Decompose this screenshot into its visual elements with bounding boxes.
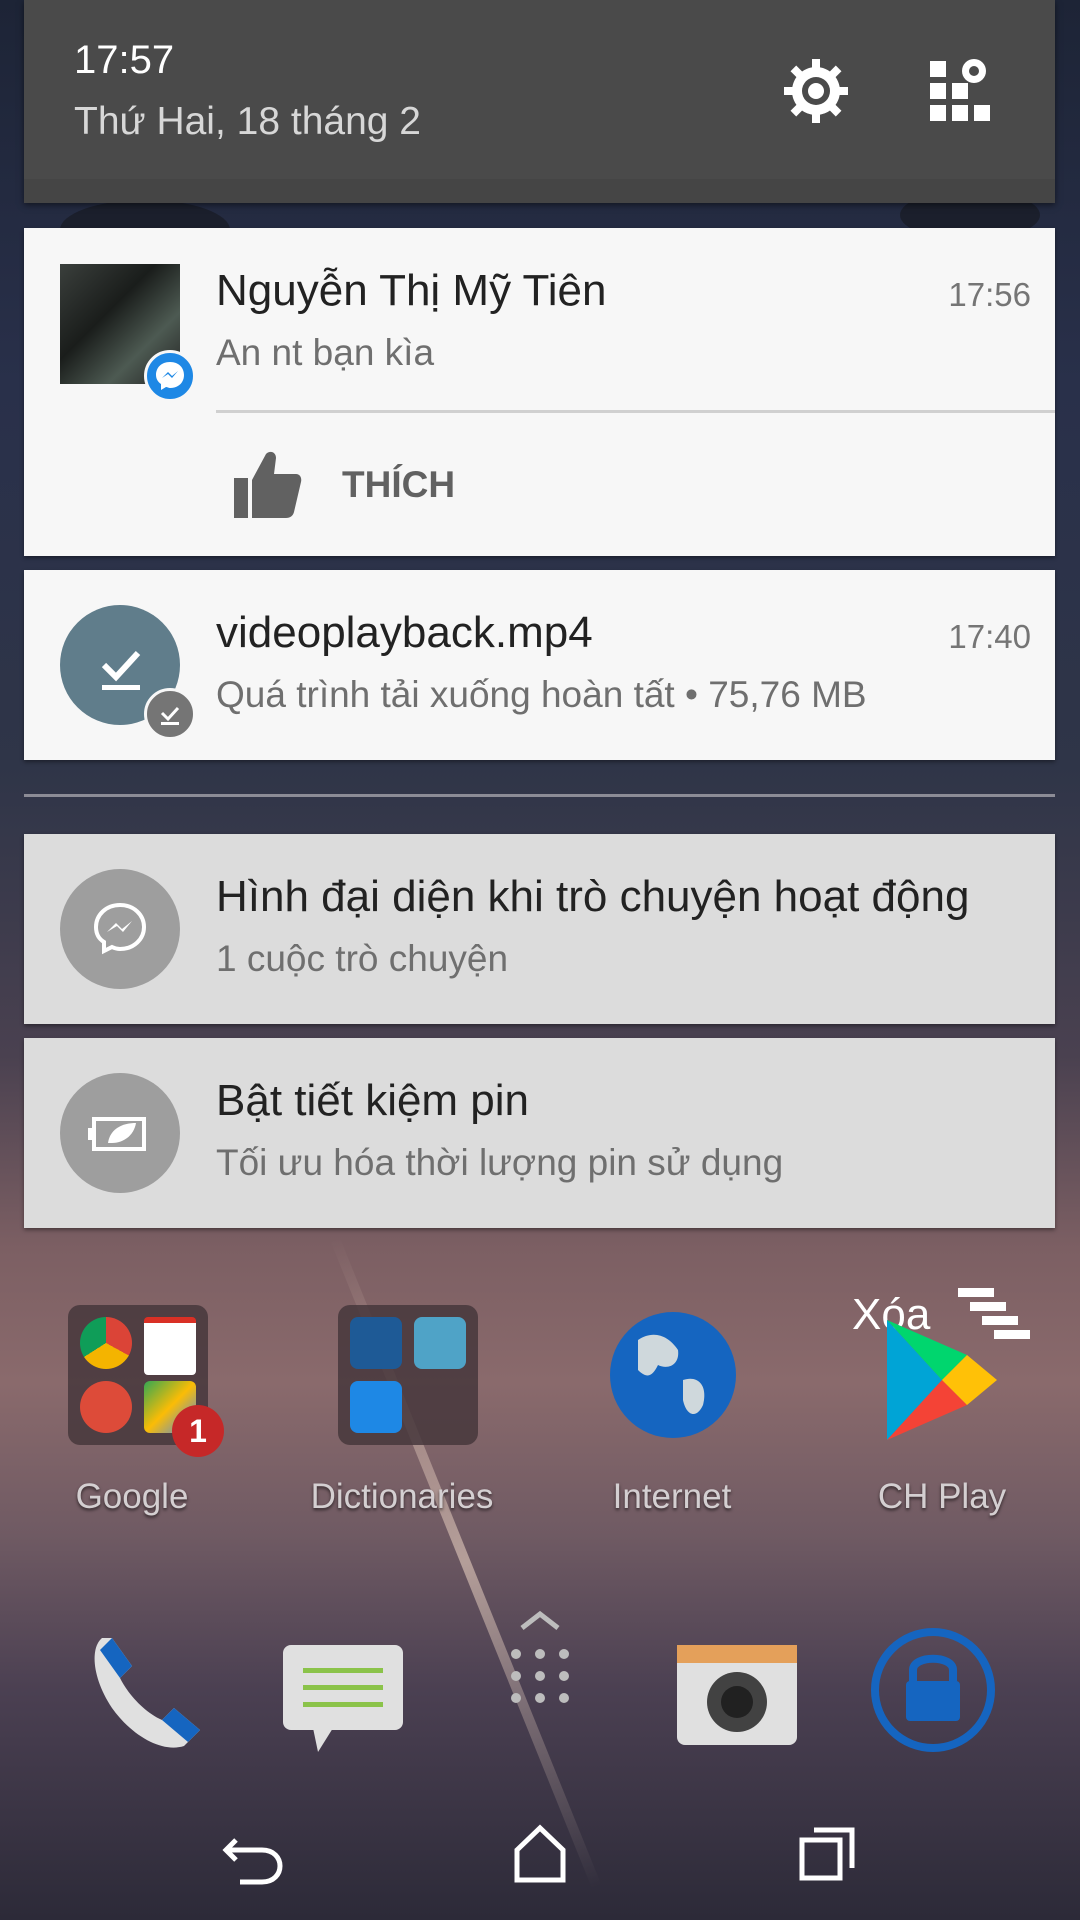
messenger-badge-icon <box>144 350 196 402</box>
app-folder-google[interactable]: 1 Google <box>32 1305 232 1525</box>
messenger-icon <box>60 869 180 989</box>
japanese-dictionary-icon <box>414 1317 466 1369</box>
home-icon[interactable] <box>505 1818 575 1888</box>
gmail-icon <box>144 1317 196 1375</box>
download-badge-icon <box>144 688 196 740</box>
battery-saver-title: Bật tiết kiệm pin <box>216 1076 530 1125</box>
app-label: Internet <box>612 1477 732 1516</box>
phone-icon[interactable] <box>82 1628 212 1758</box>
header-bottom-strip <box>24 179 1055 203</box>
globe-icon <box>610 1312 736 1438</box>
notification-chat-heads[interactable]: Hình đại diện khi trò chuyện hoạt động 1… <box>24 834 1055 1024</box>
back-icon[interactable] <box>218 1818 288 1888</box>
app-drawer-icon[interactable] <box>500 1610 580 1720</box>
notification-section-divider <box>24 794 1055 797</box>
camera-icon[interactable] <box>672 1640 802 1750</box>
app-label: Dictionaries <box>310 1477 494 1516</box>
messages-icon[interactable] <box>278 1640 408 1760</box>
quick-settings-header: 17:57 Thứ Hai, 18 tháng 2 <box>24 0 1055 203</box>
app-internet[interactable]: Internet <box>572 1305 772 1525</box>
play-store-icon <box>887 1320 997 1440</box>
download-status: Quá trình tải xuống hoàn tất • 75,76 MB <box>216 674 867 715</box>
notification-sender: Nguyễn Thị Mỹ Tiên <box>216 266 607 315</box>
tiles-edit-icon[interactable] <box>924 55 996 127</box>
like-action-button[interactable]: THÍCH <box>232 446 532 526</box>
battery-leaf-icon <box>60 1073 180 1193</box>
tflat-icon <box>350 1317 402 1369</box>
like-action-label: THÍCH <box>342 464 456 505</box>
notification-messenger[interactable]: Nguyễn Thị Mỹ Tiên 17:56 An nt bạn kìa T… <box>24 228 1055 556</box>
notification-divider <box>216 410 1055 413</box>
app-folder-dictionaries[interactable]: Dictionaries <box>302 1305 502 1525</box>
notification-download[interactable]: videoplayback.mp4 17:40 Quá trình tải xu… <box>24 570 1055 760</box>
recents-icon[interactable] <box>792 1818 862 1888</box>
gear-icon[interactable] <box>780 55 852 127</box>
notification-battery-saver[interactable]: Bật tiết kiệm pin Tối ưu hóa thời lượng … <box>24 1038 1055 1228</box>
notification-time: 17:56 <box>948 276 1031 313</box>
navigation-bar <box>0 1790 1080 1920</box>
thumbs-up-icon <box>234 451 302 518</box>
app-label: CH Play <box>877 1477 1007 1516</box>
notification-count-badge: 1 <box>172 1405 224 1457</box>
download-time: 17:40 <box>948 618 1031 655</box>
clock-date: Thứ Hai, 18 tháng 2 <box>74 100 421 143</box>
notification-message: An nt bạn kìa <box>216 332 435 373</box>
app-label: Google <box>75 1477 189 1516</box>
battery-saver-message: Tối ưu hóa thời lượng pin sử dụng <box>216 1142 784 1183</box>
app-ch-play[interactable]: CH Play <box>842 1305 1042 1525</box>
download-filename: videoplayback.mp4 <box>216 608 593 657</box>
sync-dictionary-icon <box>350 1381 402 1433</box>
folder-background <box>338 1305 478 1445</box>
chat-heads-message: 1 cuộc trò chuyện <box>216 938 509 979</box>
clock-time: 17:57 <box>74 38 175 82</box>
chat-heads-title: Hình đại diện khi trò chuyện hoạt động <box>216 872 970 921</box>
google-plus-icon <box>80 1381 132 1433</box>
chrome-icon <box>80 1317 132 1369</box>
lock-icon[interactable] <box>868 1625 998 1755</box>
